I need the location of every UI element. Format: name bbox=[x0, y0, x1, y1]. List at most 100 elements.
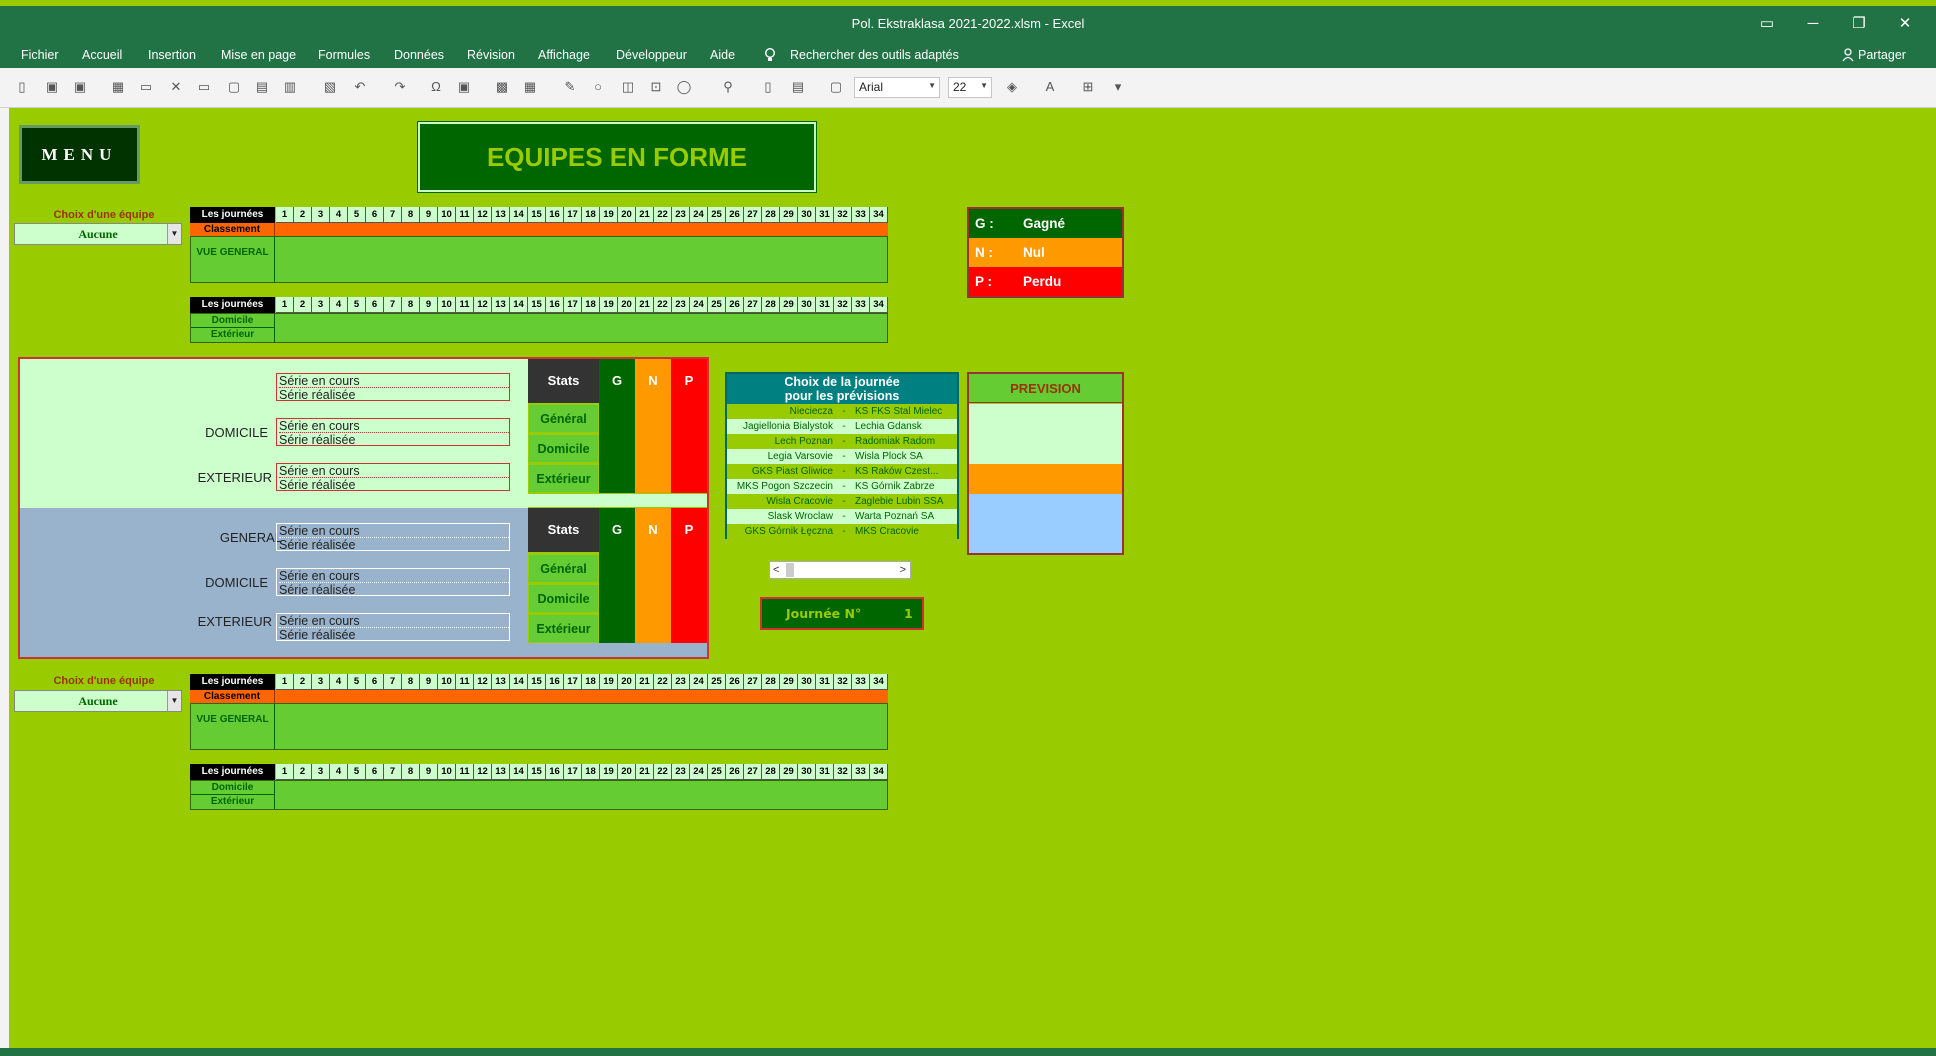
journee-number-cell[interactable]: 2 bbox=[294, 297, 312, 313]
journee-number-cell[interactable]: 15 bbox=[528, 207, 546, 223]
restore-icon[interactable]: ❐ bbox=[1836, 10, 1882, 38]
hierarchy-icon[interactable]: ⊞ bbox=[1080, 79, 1096, 95]
journee-number-cell[interactable]: 18 bbox=[582, 297, 600, 313]
match-row[interactable]: Jagiellonia Bialystok - Lechia Gdansk bbox=[727, 419, 957, 434]
journee-number-cell[interactable]: 13 bbox=[492, 297, 510, 313]
journee-number-cell[interactable]: 17 bbox=[564, 764, 582, 780]
match-row[interactable]: Lech Poznan - Radomiak Radom bbox=[727, 434, 957, 449]
serie-general-box[interactable]: Série en cours Série réalisée bbox=[276, 373, 510, 402]
journee-number-cell[interactable]: 24 bbox=[690, 674, 708, 690]
journee-number-cell[interactable]: 11 bbox=[456, 207, 474, 223]
menu-insertion[interactable]: Insertion bbox=[148, 48, 196, 62]
menu-aide[interactable]: Aide bbox=[710, 48, 735, 62]
journee-number-cell[interactable]: 7 bbox=[384, 207, 402, 223]
journee-number-cell[interactable]: 33 bbox=[852, 297, 870, 313]
journee-number-cell[interactable]: 17 bbox=[564, 674, 582, 690]
journee-number-cell[interactable]: 33 bbox=[852, 207, 870, 223]
journee-number-cell[interactable]: 8 bbox=[402, 297, 420, 313]
journee-number-cell[interactable]: 8 bbox=[402, 207, 420, 223]
serie-general-box[interactable]: Série en cours Série réalisée bbox=[276, 523, 510, 552]
menu-accueil[interactable]: Accueil bbox=[82, 48, 122, 62]
fill-color-icon[interactable]: ◈ bbox=[1004, 79, 1020, 95]
journee-number-cell[interactable]: 19 bbox=[600, 674, 618, 690]
journee-number-cell[interactable]: 9 bbox=[420, 674, 438, 690]
menu-fichier[interactable]: Fichier bbox=[21, 48, 59, 62]
journee-number-cell[interactable]: 25 bbox=[708, 297, 726, 313]
journee-number-cell[interactable]: 4 bbox=[330, 297, 348, 313]
journee-number-cell[interactable]: 32 bbox=[834, 674, 852, 690]
journee-number-cell[interactable]: 3 bbox=[312, 764, 330, 780]
journee-number-cell[interactable]: 6 bbox=[366, 674, 384, 690]
journee-number-cell[interactable]: 22 bbox=[654, 764, 672, 780]
journee-number-cell[interactable]: 31 bbox=[816, 207, 834, 223]
journee-number-cell[interactable]: 10 bbox=[438, 674, 456, 690]
journee-number-cell[interactable]: 22 bbox=[654, 674, 672, 690]
menu-affichage[interactable]: Affichage bbox=[538, 48, 590, 62]
journee-number-cell[interactable]: 12 bbox=[474, 297, 492, 313]
menu-mise-en-page[interactable]: Mise en page bbox=[221, 48, 296, 62]
folder-icon[interactable]: ▭ bbox=[138, 79, 154, 95]
journee-number-cell[interactable]: 11 bbox=[456, 297, 474, 313]
sheet-icon[interactable]: ▤ bbox=[790, 79, 806, 95]
menu-button[interactable]: MENU bbox=[19, 125, 140, 184]
journee-number-cell[interactable]: 33 bbox=[852, 764, 870, 780]
journee-number-cell[interactable]: 16 bbox=[546, 297, 564, 313]
journee-number-cell[interactable]: 12 bbox=[474, 207, 492, 223]
journee-number-cell[interactable]: 15 bbox=[528, 297, 546, 313]
journee-number-cell[interactable]: 30 bbox=[798, 207, 816, 223]
serie-domicile-box[interactable]: Série en cours Série réalisée bbox=[276, 418, 510, 447]
journee-number-cell[interactable]: 19 bbox=[600, 207, 618, 223]
journee-number-cell[interactable]: 25 bbox=[708, 764, 726, 780]
journee-number-cell[interactable]: 28 bbox=[762, 207, 780, 223]
journee-number-cell[interactable]: 29 bbox=[780, 764, 798, 780]
tell-me-search[interactable]: Rechercher des outils adaptés bbox=[790, 48, 959, 62]
journee-number-cell[interactable]: 30 bbox=[798, 674, 816, 690]
journee-number-cell[interactable]: 34 bbox=[870, 297, 888, 313]
domicile-exterieur-area[interactable]: Domicile Extérieur bbox=[190, 780, 888, 810]
journee-scrollbar[interactable]: < > bbox=[769, 561, 911, 579]
journee-number-cell[interactable]: 26 bbox=[726, 674, 744, 690]
journee-number-cell[interactable]: 9 bbox=[420, 764, 438, 780]
journee-number-cell[interactable]: 32 bbox=[834, 207, 852, 223]
journee-number-cell[interactable]: 27 bbox=[744, 674, 762, 690]
serie-exterieur-box[interactable]: Série en cours Série réalisée bbox=[276, 613, 510, 642]
grid-icon[interactable]: ▦ bbox=[110, 79, 126, 95]
zoom-icon[interactable]: ⚲ bbox=[720, 79, 736, 95]
journee-number-cell[interactable]: 30 bbox=[798, 297, 816, 313]
journee-number-cell[interactable]: 25 bbox=[708, 674, 726, 690]
journee-number-cell[interactable]: 26 bbox=[726, 207, 744, 223]
serie-exterieur-box[interactable]: Série en cours Série réalisée bbox=[276, 463, 510, 492]
undo-icon[interactable]: ↶ bbox=[352, 79, 368, 95]
journee-number-cell[interactable]: 2 bbox=[294, 764, 312, 780]
journee-number-cell[interactable]: 34 bbox=[870, 207, 888, 223]
vue-general-area[interactable]: VUE GENERAL bbox=[190, 236, 888, 283]
journee-number-cell[interactable]: 10 bbox=[438, 207, 456, 223]
journee-number-cell[interactable]: 1 bbox=[276, 764, 294, 780]
journee-number-cell[interactable]: 2 bbox=[294, 674, 312, 690]
borders-icon[interactable]: ▢ bbox=[828, 79, 844, 95]
journee-number-cell[interactable]: 10 bbox=[438, 764, 456, 780]
page-icon[interactable]: ▯ bbox=[760, 79, 776, 95]
journee-number-cell[interactable]: 7 bbox=[384, 674, 402, 690]
journee-number-cell[interactable]: 29 bbox=[780, 207, 798, 223]
journee-number-cell[interactable]: 14 bbox=[510, 674, 528, 690]
journee-number-cell[interactable]: 31 bbox=[816, 297, 834, 313]
close-icon[interactable]: ✕ bbox=[1882, 10, 1928, 38]
journee-number-cell[interactable]: 13 bbox=[492, 207, 510, 223]
journee-number-cell[interactable]: 17 bbox=[564, 297, 582, 313]
journee-number-cell[interactable]: 5 bbox=[348, 297, 366, 313]
journee-number-cell[interactable]: 3 bbox=[312, 674, 330, 690]
close-file-icon[interactable]: ✕ bbox=[168, 79, 184, 95]
toolbox-icon[interactable]: ▩ bbox=[494, 79, 510, 95]
chevron-down-icon[interactable]: ▼ bbox=[167, 691, 181, 711]
print-icon[interactable]: ▤ bbox=[254, 79, 270, 95]
journee-number-cell[interactable]: 18 bbox=[582, 674, 600, 690]
journee-number-cell[interactable]: 18 bbox=[582, 764, 600, 780]
font-name-select[interactable]: Arial ▼ bbox=[854, 77, 940, 98]
journee-number-cell[interactable]: 26 bbox=[726, 764, 744, 780]
circle-icon[interactable]: ○ bbox=[590, 79, 606, 95]
save-as-icon[interactable]: ▣ bbox=[72, 79, 88, 95]
crop-icon[interactable]: ⊡ bbox=[648, 79, 664, 95]
object-icon[interactable]: ▣ bbox=[456, 79, 472, 95]
journee-number-cell[interactable]: 5 bbox=[348, 207, 366, 223]
